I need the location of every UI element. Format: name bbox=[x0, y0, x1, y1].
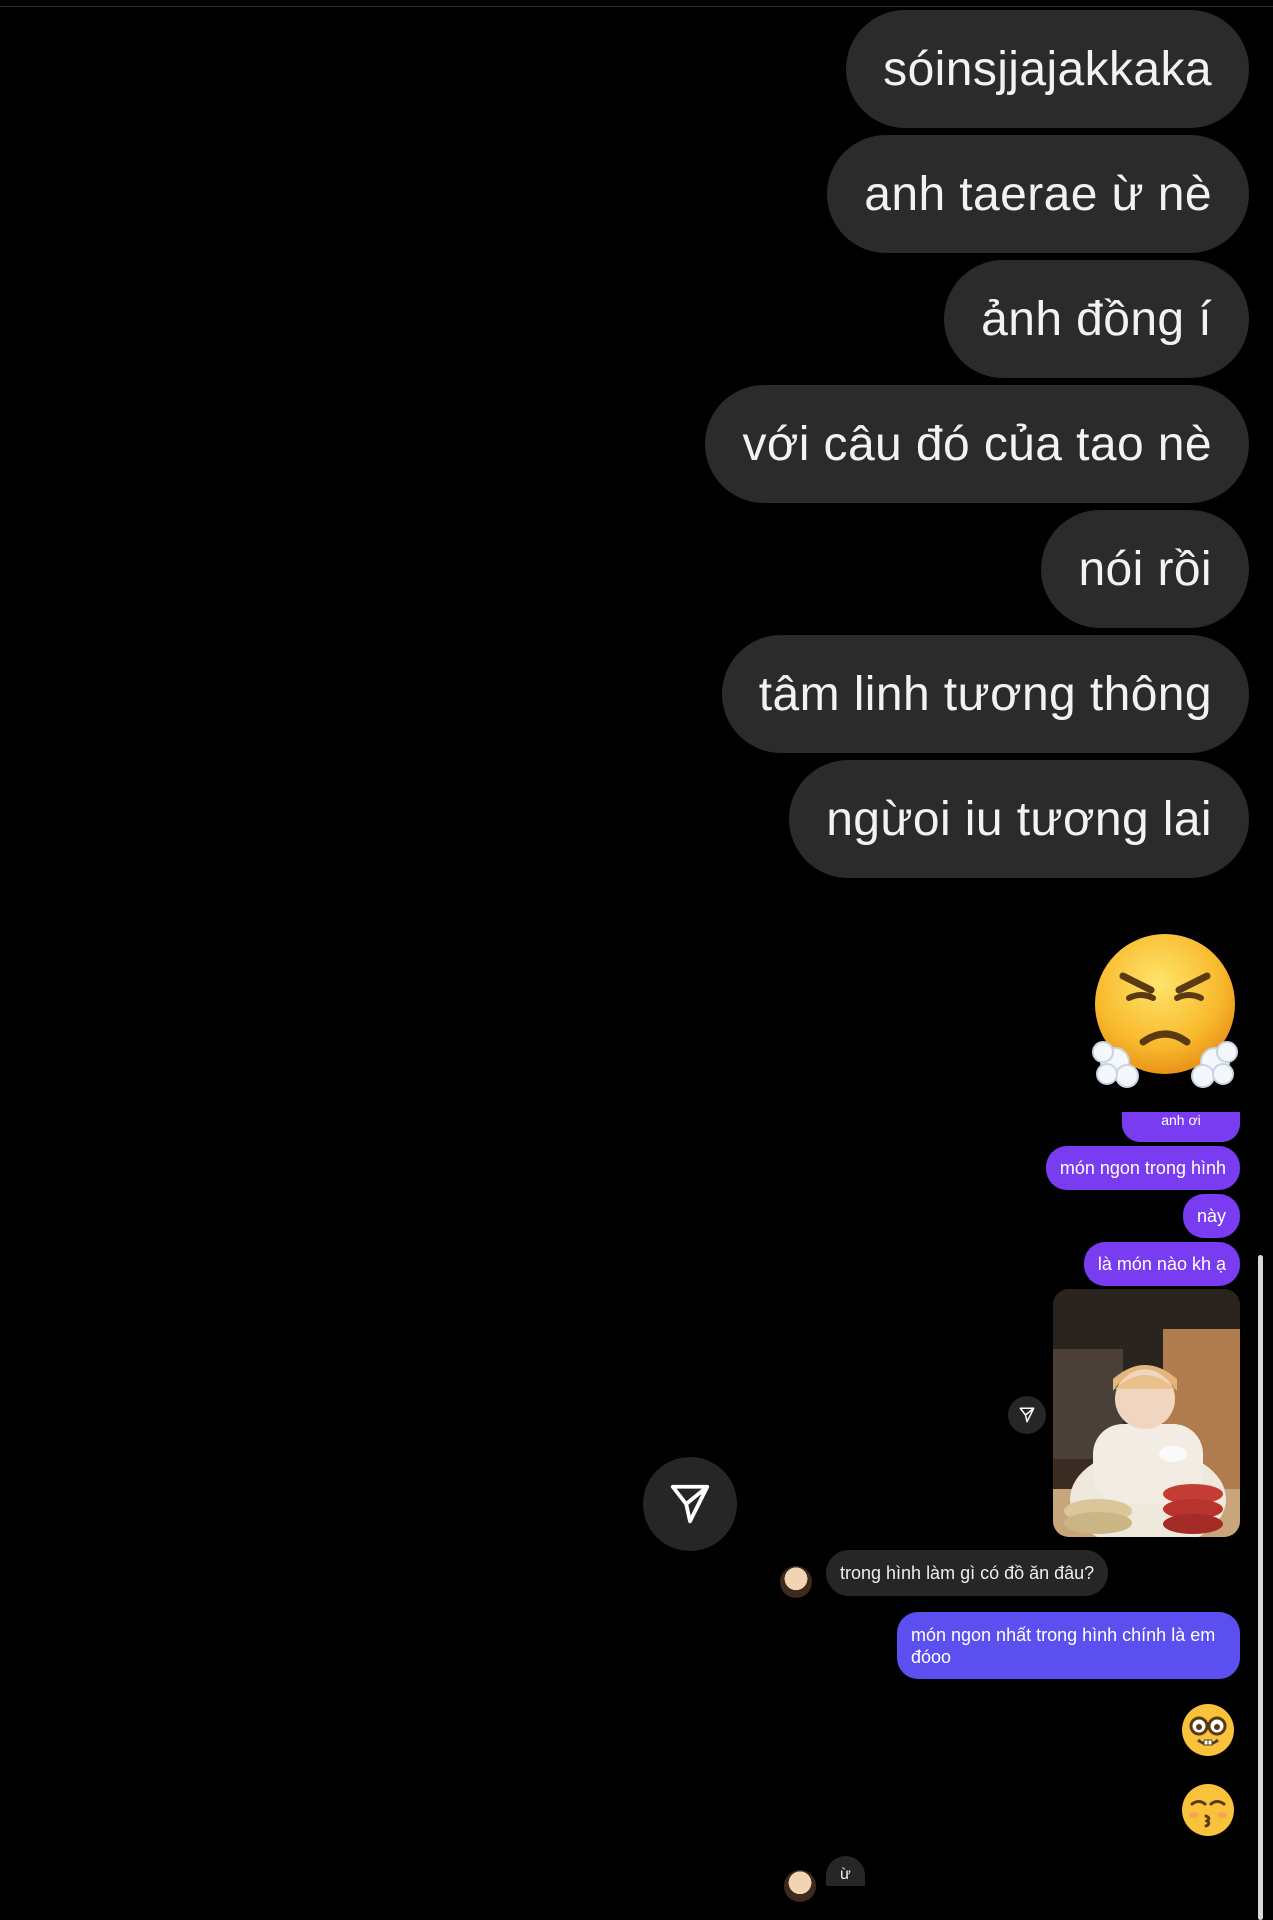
avatar[interactable] bbox=[784, 1870, 816, 1902]
message-bubble[interactable]: món ngon nhất trong hình chính là em đóo… bbox=[897, 1612, 1240, 1679]
message-text: trong hình làm gì có đồ ăn đâu? bbox=[840, 1562, 1095, 1583]
shared-photo[interactable] bbox=[1053, 1289, 1240, 1537]
message-bubble-received[interactable]: trong hình làm gì có đồ ăn đâu? bbox=[826, 1550, 1109, 1596]
message-bubble[interactable]: này bbox=[1182, 1194, 1240, 1238]
message-bubble[interactable]: là món nào kh ạ bbox=[1083, 1242, 1240, 1286]
photo-image bbox=[1053, 1289, 1240, 1537]
avatar[interactable] bbox=[780, 1566, 812, 1598]
message-bubble[interactable]: sóinsjjajakkaka bbox=[846, 10, 1249, 128]
message-bubble[interactable]: anh taerae ừ nè bbox=[827, 135, 1249, 253]
message-text: nói rồi bbox=[1078, 542, 1212, 596]
message-text: anh ơi bbox=[1161, 1112, 1201, 1128]
message-text: tâm linh tương thông bbox=[758, 667, 1212, 721]
message-text: sóinsjjajakkaka bbox=[883, 42, 1212, 96]
message-bubble-received[interactable]: ừ bbox=[826, 1856, 865, 1886]
send-icon bbox=[670, 1484, 710, 1524]
message-bubble-cut[interactable]: anh ơi bbox=[1122, 1112, 1240, 1142]
message-bubble[interactable]: ảnh đồng í bbox=[944, 260, 1249, 378]
scrollbar[interactable] bbox=[1258, 1255, 1263, 1920]
message-text: món ngon trong hình bbox=[1059, 1157, 1226, 1178]
steam-from-nose-emoji[interactable] bbox=[1085, 930, 1245, 1090]
message-bubble[interactable]: ngừoi iu tương lai bbox=[789, 760, 1249, 878]
share-photo-button[interactable] bbox=[1008, 1396, 1046, 1434]
message-text: với câu đó của tao nè bbox=[742, 417, 1212, 471]
message-bubble[interactable]: với câu đó của tao nè bbox=[705, 385, 1249, 503]
send-icon bbox=[1019, 1407, 1035, 1423]
message-text-line2: đóoo bbox=[911, 1646, 952, 1667]
message-text: này bbox=[1196, 1205, 1226, 1226]
kissing-face-emoji[interactable] bbox=[1180, 1782, 1236, 1838]
share-button[interactable] bbox=[643, 1457, 737, 1551]
nerd-face-emoji[interactable] bbox=[1180, 1702, 1236, 1758]
message-text: là món nào kh ạ bbox=[1097, 1253, 1226, 1274]
message-text: anh taerae ừ nè bbox=[864, 167, 1212, 221]
message-bubble[interactable]: tâm linh tương thông bbox=[721, 635, 1249, 753]
message-text-line1: món ngon nhất trong hình chính là em bbox=[911, 1624, 1216, 1645]
message-bubble[interactable]: món ngon trong hình bbox=[1045, 1146, 1240, 1190]
top-divider bbox=[0, 6, 1273, 7]
message-text: ừ bbox=[840, 1866, 851, 1883]
message-text: ảnh đồng í bbox=[981, 292, 1212, 346]
message-bubble[interactable]: nói rồi bbox=[1041, 510, 1249, 628]
message-text: ngừoi iu tương lai bbox=[826, 792, 1212, 846]
